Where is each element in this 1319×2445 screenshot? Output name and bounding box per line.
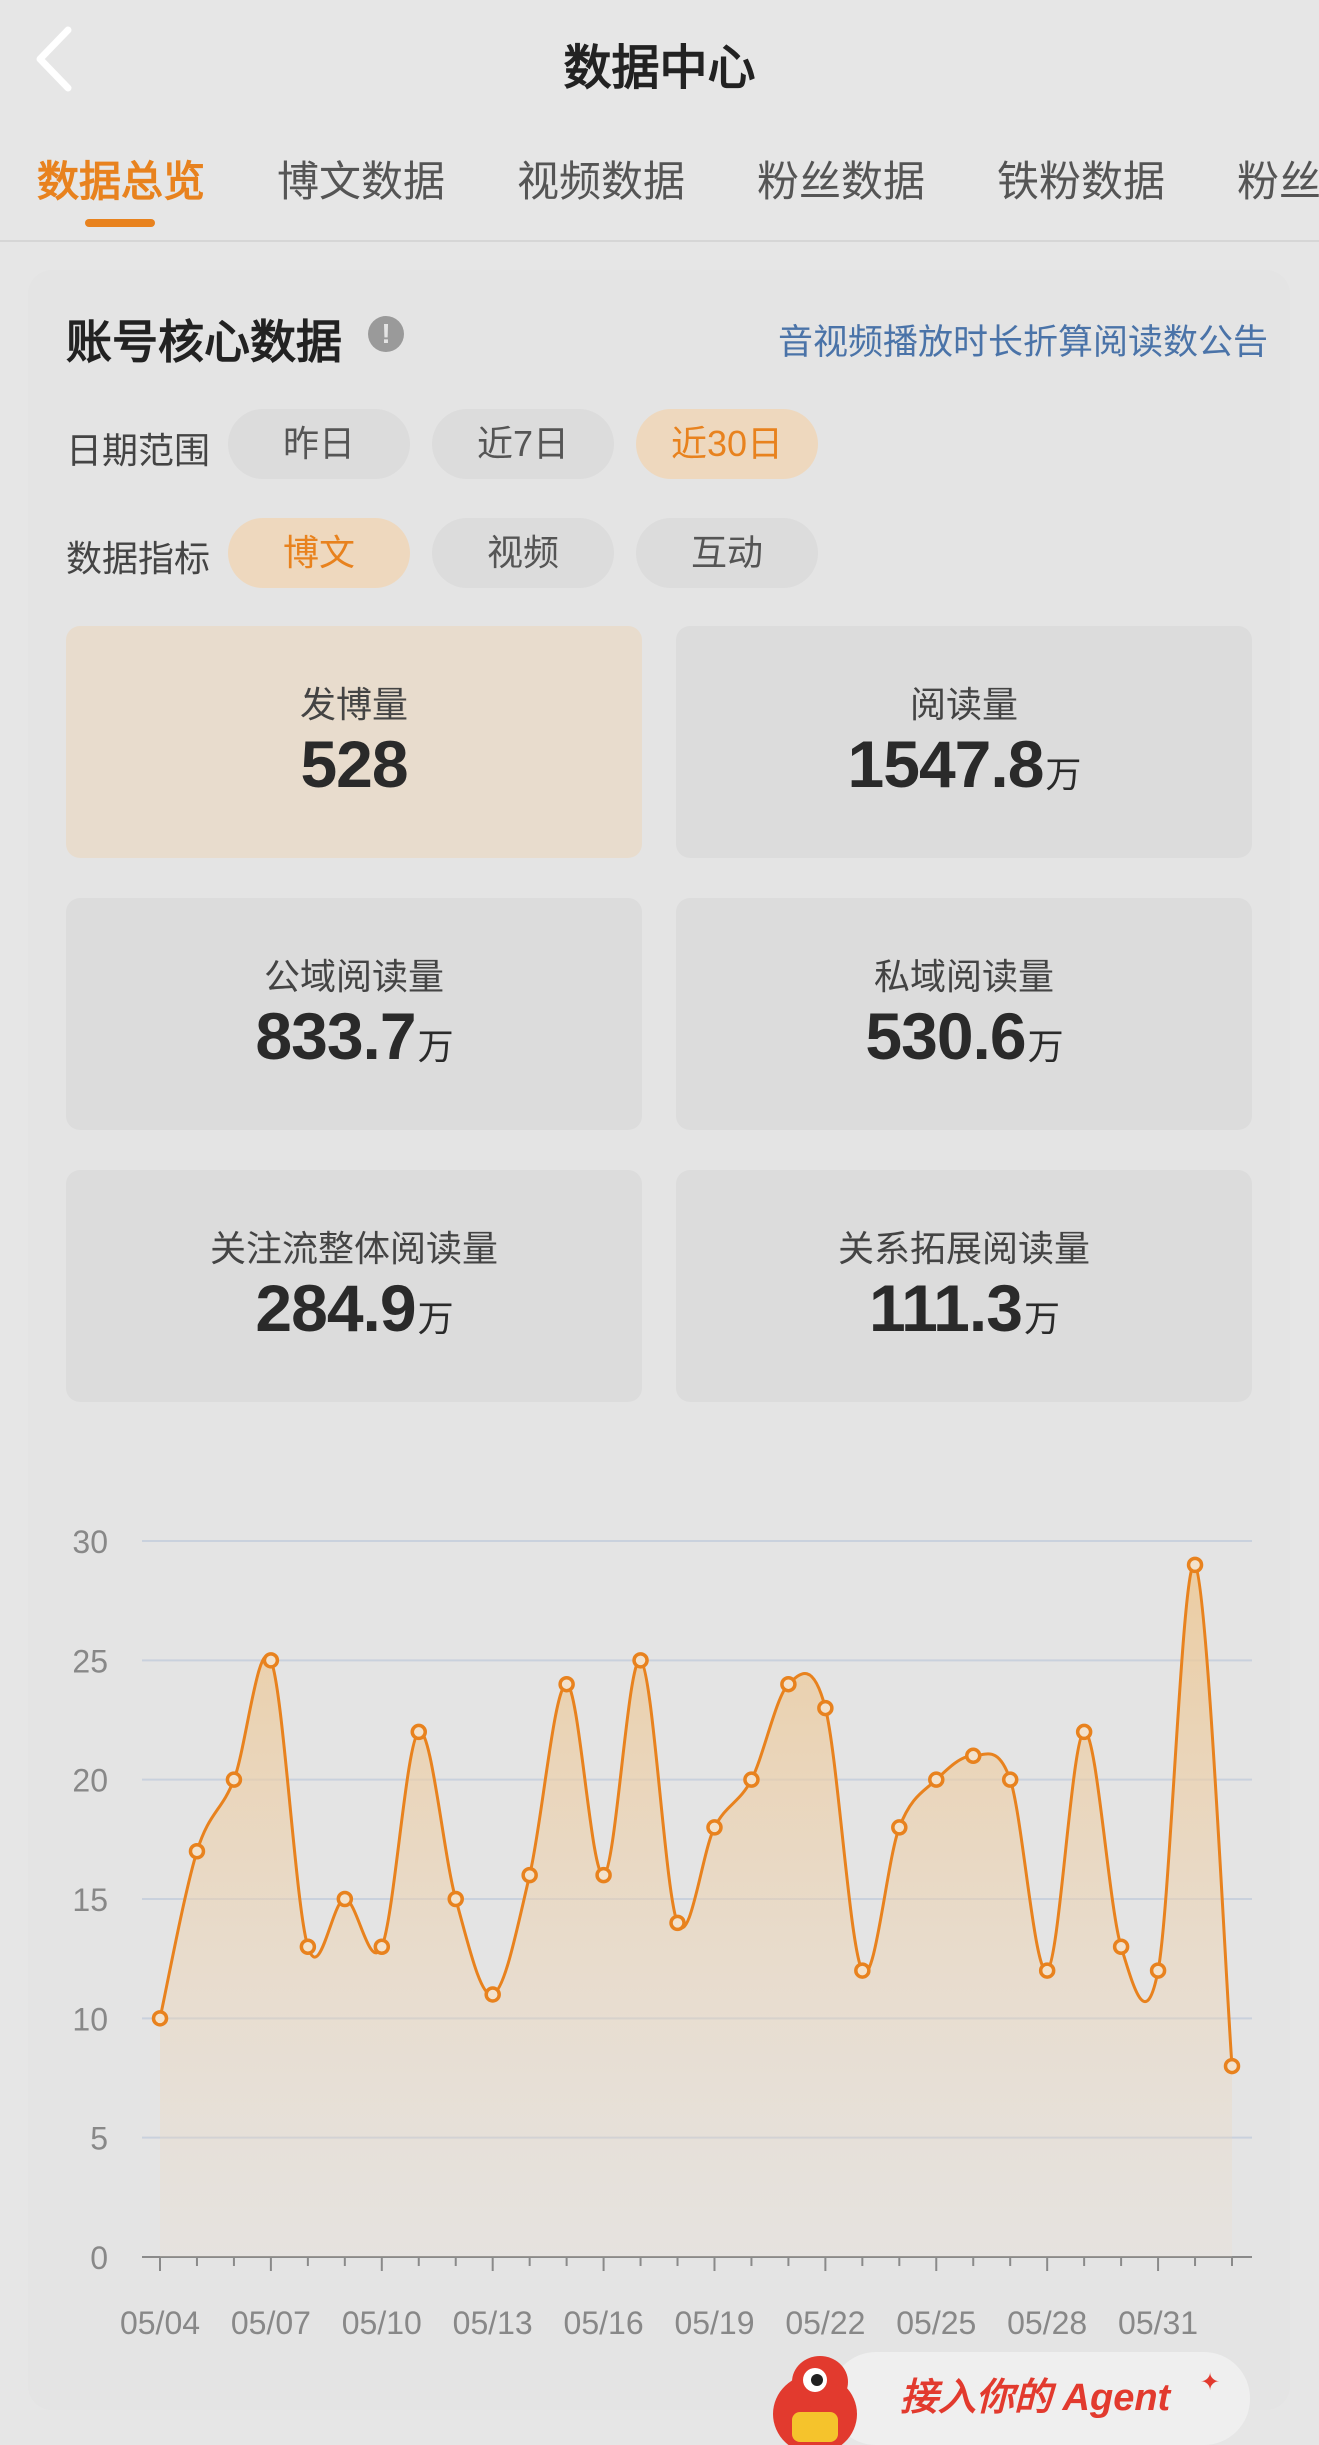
x-tick-label: 05/16 xyxy=(564,2305,644,2341)
data-point[interactable] xyxy=(484,1986,501,2003)
data-point[interactable] xyxy=(262,1652,280,1669)
data-point[interactable] xyxy=(964,1747,982,1765)
y-tick-label: 10 xyxy=(72,2001,108,2037)
y-tick-label: 25 xyxy=(72,1643,108,1679)
data-point[interactable] xyxy=(447,1890,464,1908)
data-point[interactable] xyxy=(1112,1938,1130,1955)
data-point[interactable] xyxy=(1223,2057,1241,2075)
data-point[interactable] xyxy=(558,1675,575,1693)
data-point[interactable] xyxy=(1149,1962,1167,1979)
x-tick-label: 05/04 xyxy=(120,2305,200,2341)
data-point[interactable] xyxy=(521,1866,538,1884)
data-point[interactable] xyxy=(706,1819,723,1836)
data-point[interactable] xyxy=(891,1819,908,1836)
y-tick-label: 15 xyxy=(72,1882,108,1918)
data-point[interactable] xyxy=(928,1771,945,1788)
series-area xyxy=(160,1564,1232,2257)
data-point[interactable] xyxy=(669,1914,686,1932)
data-point[interactable] xyxy=(299,1938,317,1955)
data-point[interactable] xyxy=(1001,1771,1019,1788)
y-tick-label: 5 xyxy=(90,2121,108,2157)
data-point[interactable] xyxy=(743,1771,760,1788)
data-point[interactable] xyxy=(188,1843,206,1860)
data-point[interactable] xyxy=(1186,1556,1204,1574)
posts-trend-chart: 0 5 10 15 20 25 30 05/04 05/07 05/10 05/13 05/16 05/… xyxy=(72,1524,1252,2341)
data-point[interactable] xyxy=(410,1723,428,1741)
x-tick-label: 05/13 xyxy=(453,2305,533,2341)
x-tick-label: 05/10 xyxy=(342,2305,422,2341)
data-point[interactable] xyxy=(1075,1723,1093,1741)
data-point[interactable] xyxy=(854,1962,871,1979)
banner-text: 接入你的 Agent xyxy=(900,2377,1172,2419)
mascot-icon xyxy=(773,2356,857,2445)
x-tick-label: 05/19 xyxy=(674,2305,754,2341)
y-tick-label: 0 xyxy=(90,2240,108,2276)
data-point[interactable] xyxy=(817,1699,834,1717)
data-point[interactable] xyxy=(225,1771,243,1788)
x-tick-label: 05/07 xyxy=(231,2305,311,2341)
data-point[interactable] xyxy=(151,2010,169,2027)
data-point[interactable] xyxy=(595,1866,612,1884)
data-point[interactable] xyxy=(373,1938,391,1955)
y-tick-label: 20 xyxy=(72,1763,108,1799)
data-point[interactable] xyxy=(632,1652,649,1669)
data-point[interactable] xyxy=(336,1890,354,1908)
y-tick-label: 30 xyxy=(72,1524,108,1560)
agent-banner[interactable]: 接入你的 Agent ✦ xyxy=(760,2332,1260,2445)
data-point[interactable] xyxy=(780,1675,797,1693)
data-point[interactable] xyxy=(1038,1962,1056,1979)
sparkle-icon: ✦ xyxy=(1200,2369,1220,2396)
